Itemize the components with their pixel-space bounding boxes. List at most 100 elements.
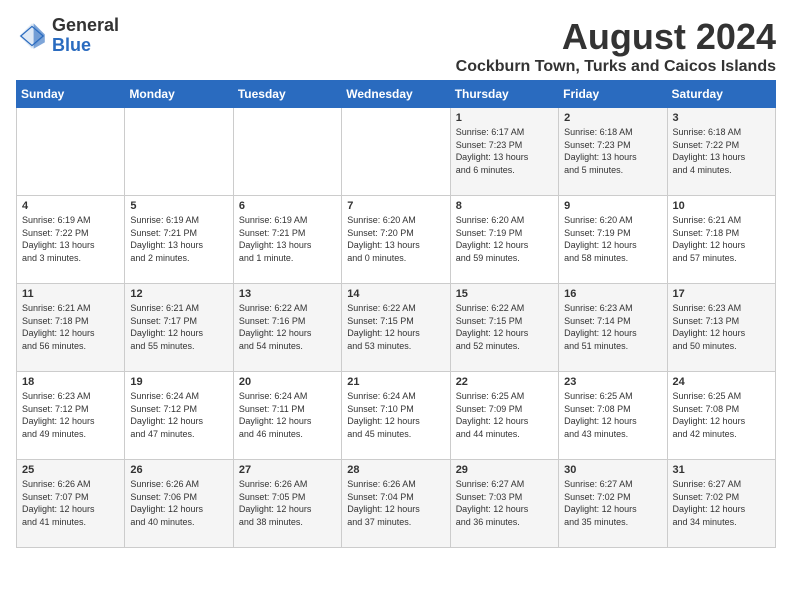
calendar-cell: 16 Sunrise: 6:23 AM Sunset: 7:14 PM Dayli… — [559, 284, 667, 372]
day-number: 10 — [673, 200, 770, 212]
day-info: Sunrise: 6:21 AM Sunset: 7:18 PM Dayligh… — [673, 214, 770, 264]
day-info: Sunrise: 6:26 AM Sunset: 7:04 PM Dayligh… — [347, 478, 444, 528]
day-number: 19 — [130, 376, 227, 388]
day-number: 31 — [673, 464, 770, 476]
day-number: 26 — [130, 464, 227, 476]
weekday-header-tuesday: Tuesday — [233, 81, 341, 108]
weekday-header-row: SundayMondayTuesdayWednesdayThursdayFrid… — [17, 81, 776, 108]
day-info: Sunrise: 6:21 AM Sunset: 7:17 PM Dayligh… — [130, 302, 227, 352]
day-info: Sunrise: 6:23 AM Sunset: 7:13 PM Dayligh… — [673, 302, 770, 352]
calendar-cell: 14 Sunrise: 6:22 AM Sunset: 7:15 PM Dayli… — [342, 284, 450, 372]
day-number: 4 — [22, 200, 119, 212]
calendar-cell: 5 Sunrise: 6:19 AM Sunset: 7:21 PM Daylig… — [125, 196, 233, 284]
day-number: 16 — [564, 288, 661, 300]
weekday-header-monday: Monday — [125, 81, 233, 108]
day-info: Sunrise: 6:17 AM Sunset: 7:23 PM Dayligh… — [456, 126, 553, 176]
calendar-cell: 7Sunrise: 6:20 AM Sunset: 7:20 PM Daylig… — [342, 196, 450, 284]
logo: General Blue — [16, 16, 119, 56]
calendar-cell: 3 Sunrise: 6:18 AM Sunset: 7:22 PM Daylig… — [667, 108, 775, 196]
calendar-cell: 22 Sunrise: 6:25 AM Sunset: 7:09 PM Dayli… — [450, 372, 558, 460]
calendar-cell: 20 Sunrise: 6:24 AM Sunset: 7:11 PM Dayli… — [233, 372, 341, 460]
calendar-cell — [233, 108, 341, 196]
calendar-week-5: 25Sunrise: 6:26 AM Sunset: 7:07 PM Dayli… — [17, 460, 776, 548]
calendar-week-3: 11 Sunrise: 6:21 AM Sunset: 7:18 PM Dayli… — [17, 284, 776, 372]
day-number: 22 — [456, 376, 553, 388]
day-info: Sunrise: 6:18 AM Sunset: 7:22 PM Dayligh… — [673, 126, 770, 176]
calendar-cell: 31 Sunrise: 6:27 AM Sunset: 7:02 PM Dayli… — [667, 460, 775, 548]
day-info: Sunrise: 6:26 AM Sunset: 7:05 PM Dayligh… — [239, 478, 336, 528]
day-info: Sunrise: 6:19 AM Sunset: 7:22 PM Dayligh… — [22, 214, 119, 264]
logo-icon — [16, 20, 48, 52]
weekday-header-sunday: Sunday — [17, 81, 125, 108]
day-info: Sunrise: 6:20 AM Sunset: 7:19 PM Dayligh… — [456, 214, 553, 264]
calendar-cell: 29Sunrise: 6:27 AM Sunset: 7:03 PM Dayli… — [450, 460, 558, 548]
page-header: General Blue August 2024 Cockburn Town, … — [16, 16, 776, 76]
day-info: Sunrise: 6:25 AM Sunset: 7:09 PM Dayligh… — [456, 390, 553, 440]
day-info: Sunrise: 6:23 AM Sunset: 7:14 PM Dayligh… — [564, 302, 661, 352]
day-info: Sunrise: 6:23 AM Sunset: 7:12 PM Dayligh… — [22, 390, 119, 440]
day-number: 21 — [347, 376, 444, 388]
location: Cockburn Town, Turks and Caicos Islands — [456, 58, 776, 76]
month-title: August 2024 — [456, 16, 776, 58]
calendar-cell: 17 Sunrise: 6:23 AM Sunset: 7:13 PM Dayli… — [667, 284, 775, 372]
day-number: 7 — [347, 200, 444, 212]
calendar-cell: 15 Sunrise: 6:22 AM Sunset: 7:15 PM Dayli… — [450, 284, 558, 372]
calendar-cell: 21 Sunrise: 6:24 AM Sunset: 7:10 PM Dayli… — [342, 372, 450, 460]
day-info: Sunrise: 6:22 AM Sunset: 7:15 PM Dayligh… — [347, 302, 444, 352]
day-number: 27 — [239, 464, 336, 476]
logo-text: General Blue — [52, 16, 119, 56]
day-number: 24 — [673, 376, 770, 388]
day-number: 20 — [239, 376, 336, 388]
calendar-cell: 24 Sunrise: 6:25 AM Sunset: 7:08 PM Dayli… — [667, 372, 775, 460]
day-info: Sunrise: 6:20 AM Sunset: 7:19 PM Dayligh… — [564, 214, 661, 264]
day-info: Sunrise: 6:22 AM Sunset: 7:16 PM Dayligh… — [239, 302, 336, 352]
weekday-header-friday: Friday — [559, 81, 667, 108]
day-number: 14 — [347, 288, 444, 300]
day-info: Sunrise: 6:24 AM Sunset: 7:12 PM Dayligh… — [130, 390, 227, 440]
day-info: Sunrise: 6:19 AM Sunset: 7:21 PM Dayligh… — [130, 214, 227, 264]
day-info: Sunrise: 6:26 AM Sunset: 7:06 PM Dayligh… — [130, 478, 227, 528]
calendar-week-2: 4 Sunrise: 6:19 AM Sunset: 7:22 PM Daylig… — [17, 196, 776, 284]
day-info: Sunrise: 6:27 AM Sunset: 7:02 PM Dayligh… — [564, 478, 661, 528]
weekday-header-saturday: Saturday — [667, 81, 775, 108]
day-info: Sunrise: 6:18 AM Sunset: 7:23 PM Dayligh… — [564, 126, 661, 176]
day-number: 13 — [239, 288, 336, 300]
day-number: 6 — [239, 200, 336, 212]
calendar-cell — [125, 108, 233, 196]
day-info: Sunrise: 6:21 AM Sunset: 7:18 PM Dayligh… — [22, 302, 119, 352]
day-info: Sunrise: 6:19 AM Sunset: 7:21 PM Dayligh… — [239, 214, 336, 264]
day-info: Sunrise: 6:25 AM Sunset: 7:08 PM Dayligh… — [673, 390, 770, 440]
calendar-cell: 12 Sunrise: 6:21 AM Sunset: 7:17 PM Dayli… — [125, 284, 233, 372]
title-block: August 2024 Cockburn Town, Turks and Cai… — [456, 16, 776, 76]
calendar-cell: 4 Sunrise: 6:19 AM Sunset: 7:22 PM Daylig… — [17, 196, 125, 284]
day-info: Sunrise: 6:25 AM Sunset: 7:08 PM Dayligh… — [564, 390, 661, 440]
calendar-cell: 9Sunrise: 6:20 AM Sunset: 7:19 PM Daylig… — [559, 196, 667, 284]
calendar-cell: 18 Sunrise: 6:23 AM Sunset: 7:12 PM Dayli… — [17, 372, 125, 460]
day-number: 12 — [130, 288, 227, 300]
day-number: 28 — [347, 464, 444, 476]
calendar-cell: 1 Sunrise: 6:17 AM Sunset: 7:23 PM Daylig… — [450, 108, 558, 196]
weekday-header-wednesday: Wednesday — [342, 81, 450, 108]
day-number: 11 — [22, 288, 119, 300]
day-info: Sunrise: 6:24 AM Sunset: 7:11 PM Dayligh… — [239, 390, 336, 440]
calendar-cell: 26 Sunrise: 6:26 AM Sunset: 7:06 PM Dayli… — [125, 460, 233, 548]
day-number: 15 — [456, 288, 553, 300]
calendar-cell — [17, 108, 125, 196]
day-info: Sunrise: 6:27 AM Sunset: 7:02 PM Dayligh… — [673, 478, 770, 528]
day-info: Sunrise: 6:22 AM Sunset: 7:15 PM Dayligh… — [456, 302, 553, 352]
day-number: 23 — [564, 376, 661, 388]
calendar-cell: 30Sunrise: 6:27 AM Sunset: 7:02 PM Dayli… — [559, 460, 667, 548]
day-number: 3 — [673, 112, 770, 124]
calendar-cell: 6 Sunrise: 6:19 AM Sunset: 7:21 PM Daylig… — [233, 196, 341, 284]
day-number: 1 — [456, 112, 553, 124]
day-info: Sunrise: 6:24 AM Sunset: 7:10 PM Dayligh… — [347, 390, 444, 440]
calendar-cell: 10 Sunrise: 6:21 AM Sunset: 7:18 PM Dayli… — [667, 196, 775, 284]
logo-general-text: General — [52, 16, 119, 36]
calendar-week-1: 1 Sunrise: 6:17 AM Sunset: 7:23 PM Daylig… — [17, 108, 776, 196]
day-number: 18 — [22, 376, 119, 388]
day-number: 5 — [130, 200, 227, 212]
calendar-table: SundayMondayTuesdayWednesdayThursdayFrid… — [16, 80, 776, 548]
day-number: 2 — [564, 112, 661, 124]
calendar-cell — [342, 108, 450, 196]
day-number: 17 — [673, 288, 770, 300]
